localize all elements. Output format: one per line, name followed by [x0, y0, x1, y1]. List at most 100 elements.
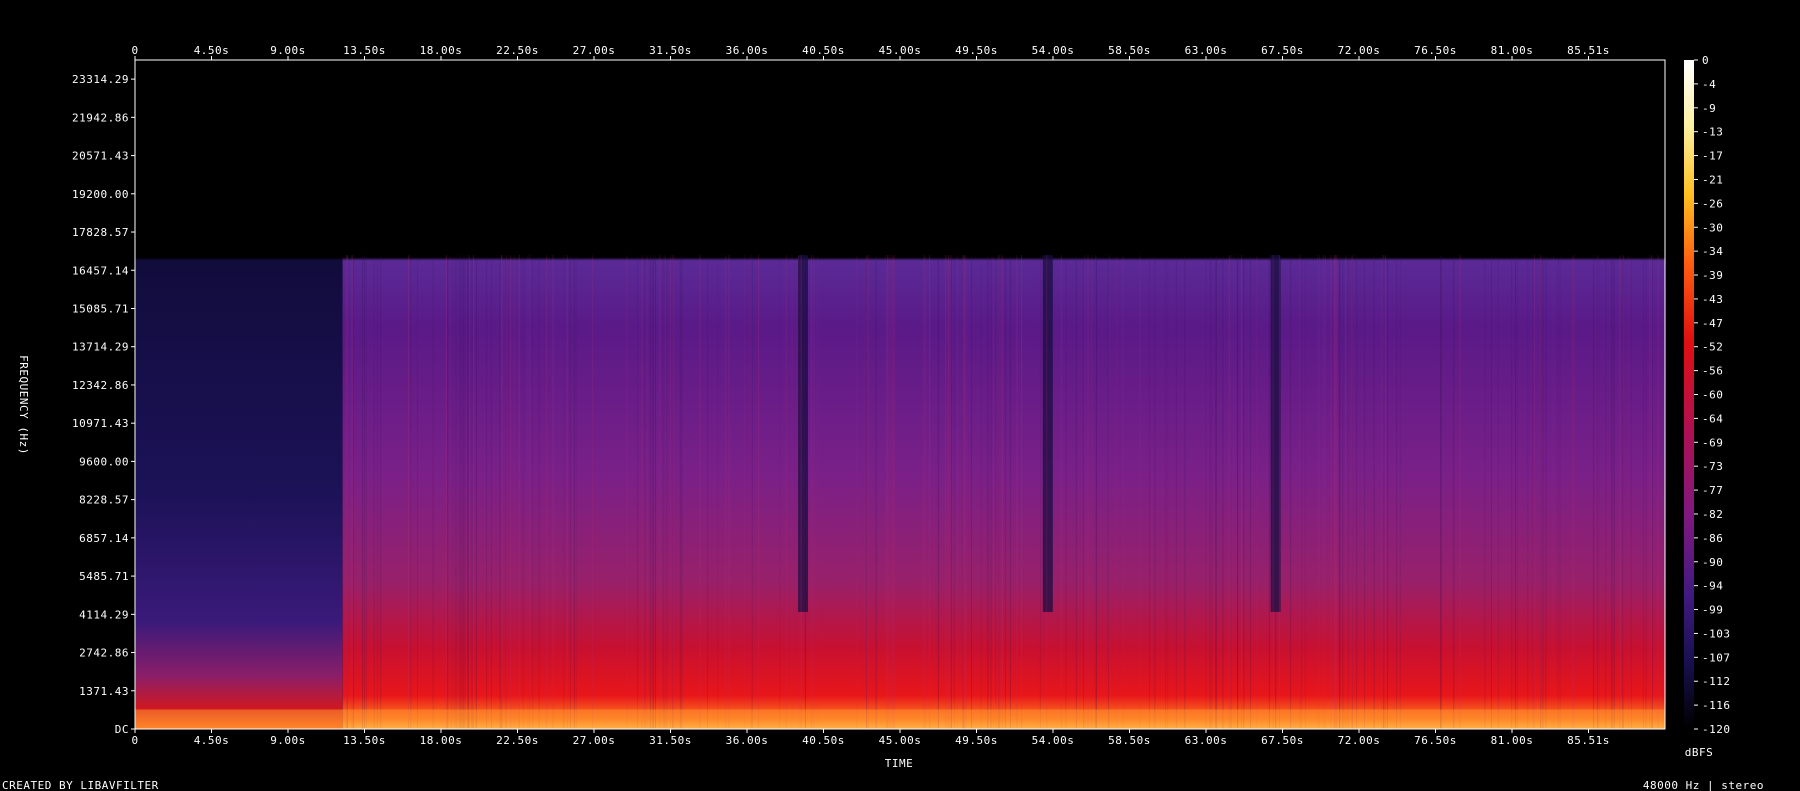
x-tick-label-top: 81.00s	[1491, 44, 1534, 57]
colorbar-tick-label: -86	[1702, 532, 1723, 545]
x-tick-label-bottom: 31.50s	[649, 734, 692, 747]
y-tick-label: DC	[115, 723, 129, 736]
y-tick-label: 16457.14	[72, 264, 129, 277]
x-tick-label-bottom: 4.50s	[194, 734, 230, 747]
colorbar-tick-label: -94	[1702, 580, 1723, 593]
x-tick-label-bottom: 27.00s	[573, 734, 616, 747]
colorbar-tick-label: -39	[1702, 269, 1723, 282]
y-tick-label: 15085.71	[72, 302, 129, 315]
y-tick-label: 13714.29	[72, 341, 129, 354]
x-tick-label-bottom: 9.00s	[270, 734, 306, 747]
colorbar-gradient	[1684, 60, 1694, 729]
spectrum-intro	[135, 60, 343, 729]
colorbar-tick-label: -116	[1702, 699, 1731, 712]
x-tick-label-top: 18.00s	[420, 44, 463, 57]
colorbar-tick-label: -9	[1702, 102, 1716, 115]
x-tick-label-top: 4.50s	[194, 44, 230, 57]
x-tick-label-top: 27.00s	[573, 44, 616, 57]
colorbar-tick-label: -73	[1702, 460, 1723, 473]
spectrum-dip	[798, 255, 808, 612]
x-tick-label-bottom: 85.51s	[1567, 734, 1610, 747]
spectrogram-chart: 0 4.50s 9.00s 13.50s 18.00s 22.50s 27.00s 31.50…	[2, 44, 1764, 791]
x-tick-label-top: 36.00s	[726, 44, 769, 57]
colorbar-tick-label: -64	[1702, 412, 1723, 425]
y-axis-label: FREQUENCY (Hz)	[17, 355, 30, 455]
x-axis-label: TIME	[885, 757, 914, 770]
colorbar-unit-label: dBFS	[1685, 746, 1714, 759]
y-axis-ticks: DC 1371.43 2742.86 4114.29 5485.71 6857.14 822…	[72, 73, 135, 736]
x-tick-label-top: 22.50s	[496, 44, 539, 57]
y-tick-label: 10971.43	[72, 417, 129, 430]
colorbar-tick-label: -60	[1702, 389, 1723, 402]
colorbar-tick-label: -4	[1702, 78, 1716, 91]
colorbar-tick-label: 0	[1702, 54, 1709, 67]
x-tick-label-top: 45.00s	[879, 44, 922, 57]
x-tick-label-top: 76.50s	[1414, 44, 1457, 57]
colorbar-tick-label: -34	[1702, 245, 1723, 258]
x-tick-label-top: 54.00s	[1032, 44, 1075, 57]
colorbar-tick-label: -112	[1702, 675, 1731, 688]
x-tick-label-top: 67.50s	[1261, 44, 1304, 57]
x-tick-label-top: 0	[131, 44, 138, 57]
x-tick-label-top: 31.50s	[649, 44, 692, 57]
colorbar-tick-label: -90	[1702, 556, 1723, 569]
colorbar-tick-label: -107	[1702, 651, 1731, 664]
y-tick-label: 8228.57	[79, 494, 129, 507]
x-tick-label-bottom: 81.00s	[1491, 734, 1534, 747]
x-tick-label-bottom: 72.00s	[1338, 734, 1381, 747]
colorbar-tick-label: -17	[1702, 150, 1723, 163]
x-axis-bottom-ticks: 0 4.50s 9.00s 13.50s 18.00s 22.50s 27.00s 31.50…	[131, 729, 1609, 747]
x-tick-label-top: 85.51s	[1567, 44, 1610, 57]
x-tick-label-top: 72.00s	[1338, 44, 1381, 57]
colorbar-tick-label: -47	[1702, 317, 1723, 330]
x-tick-label-top: 13.50s	[343, 44, 386, 57]
colorbar-tick-label: -30	[1702, 221, 1723, 234]
spectrum-body	[342, 60, 1665, 729]
x-tick-label-bottom: 67.50s	[1261, 734, 1304, 747]
x-tick-label-bottom: 45.00s	[879, 734, 922, 747]
x-tick-label-bottom: 63.00s	[1185, 734, 1228, 747]
y-tick-label: 19200.00	[72, 188, 129, 201]
x-tick-label-top: 49.50s	[955, 44, 998, 57]
y-tick-label: 1371.43	[79, 685, 129, 698]
x-axis-top-ticks: 0 4.50s 9.00s 13.50s 18.00s 22.50s 27.00s 31.50…	[131, 44, 1609, 60]
colorbar-tick-label: -77	[1702, 484, 1723, 497]
x-tick-label-bottom: 36.00s	[726, 734, 769, 747]
colorbar-tick-label: -13	[1702, 126, 1723, 139]
colorbar-tick-label: -26	[1702, 197, 1723, 210]
colorbar-tick-label: -103	[1702, 627, 1731, 640]
footer-right: 48000 Hz | stereo	[1643, 779, 1764, 791]
y-tick-label: 9600.00	[79, 455, 129, 468]
spectrogram-plot-area	[135, 60, 1665, 729]
x-tick-label-top: 9.00s	[270, 44, 306, 57]
footer-left: CREATED BY LIBAVFILTER	[2, 779, 159, 791]
x-tick-label-bottom: 13.50s	[343, 734, 386, 747]
y-tick-label: 4114.29	[79, 608, 129, 621]
y-tick-label: 17828.57	[72, 226, 129, 239]
colorbar-tick-label: -69	[1702, 436, 1723, 449]
x-tick-label-bottom: 40.50s	[802, 734, 845, 747]
colorbar-tick-label: -21	[1702, 173, 1723, 186]
x-tick-label-bottom: 54.00s	[1032, 734, 1075, 747]
x-tick-label-bottom: 76.50s	[1414, 734, 1457, 747]
y-tick-label: 2742.86	[79, 647, 129, 660]
spectrum-dip	[1042, 255, 1053, 612]
x-tick-label-top: 58.50s	[1108, 44, 1151, 57]
colorbar: 0 -4 -9 -13 -17 -21 -26 -30 -34 -39 -43 -47 -52 -56 -6…	[1684, 54, 1731, 736]
colorbar-tick-label: -120	[1702, 723, 1731, 736]
colorbar-tick-label: -99	[1702, 604, 1723, 617]
colorbar-tick-label: -52	[1702, 341, 1723, 354]
colorbar-tick-label: -56	[1702, 365, 1723, 378]
x-tick-label-bottom: 22.50s	[496, 734, 539, 747]
x-tick-label-bottom: 18.00s	[420, 734, 463, 747]
y-tick-label: 21942.86	[72, 111, 129, 124]
y-tick-label: 5485.71	[79, 570, 129, 583]
colorbar-tick-label: -43	[1702, 293, 1723, 306]
x-tick-label-bottom: 49.50s	[955, 734, 998, 747]
y-tick-label: 23314.29	[72, 73, 129, 86]
y-tick-label: 20571.43	[72, 150, 129, 163]
x-tick-label-bottom: 58.50s	[1108, 734, 1151, 747]
colorbar-tick-label: -82	[1702, 508, 1723, 521]
x-tick-label-top: 63.00s	[1185, 44, 1228, 57]
y-tick-label: 12342.86	[72, 379, 129, 392]
